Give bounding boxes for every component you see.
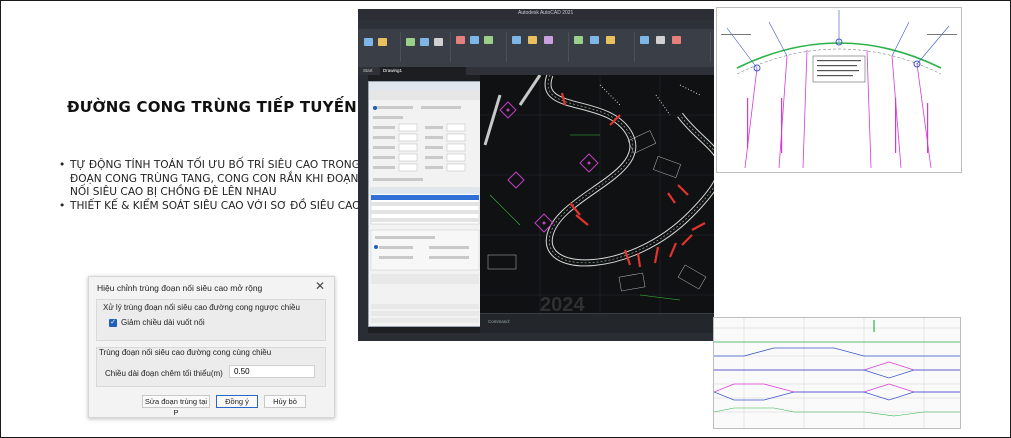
ribbon-icon[interactable]: [484, 36, 493, 44]
ok-button[interactable]: Đồng ý: [216, 395, 258, 408]
ribbon-icon[interactable]: [456, 36, 465, 44]
close-icon[interactable]: ✕: [315, 279, 325, 293]
ribbon-icon[interactable]: [406, 38, 415, 46]
tab-start[interactable]: Start: [360, 67, 376, 75]
group-title: Xử lý trùng đoạn nối siêu cao đường cong…: [103, 303, 300, 312]
ribbon-icon[interactable]: [420, 38, 429, 46]
superelevation-panel: [368, 81, 482, 327]
slide-title: ĐƯỜNG CONG TRÙNG TIẾP TUYẾN: [67, 98, 357, 116]
ribbon-group: [636, 32, 711, 62]
checkmark-icon: ✓: [109, 318, 117, 327]
reduce-length-checkbox[interactable]: ✓ Giảm chiều dài vuốt nối: [109, 318, 205, 327]
cad-titlebar: Autodesk AutoCAD 2021: [358, 9, 714, 20]
cad-menubar: [358, 20, 714, 29]
ribbon-icon[interactable]: [544, 36, 553, 44]
status-bar: [358, 333, 714, 341]
road-alignment-drawing: 2024: [480, 73, 714, 316]
cancel-button[interactable]: Hủy bỏ: [264, 395, 306, 408]
ribbon-icon[interactable]: [364, 38, 373, 46]
profile-diagram: [713, 318, 960, 428]
ribbon-icon[interactable]: [574, 36, 583, 44]
panel-header: [369, 82, 481, 90]
slide: ĐƯỜNG CONG TRÙNG TIẾP TUYẾN TỰ ĐỘNG TÍNH…: [0, 0, 1011, 438]
ribbon-group: [570, 32, 635, 62]
reverse-curve-group: Xử lý trùng đoạn nối siêu cao đường cong…: [96, 299, 326, 341]
ribbon-group: [360, 32, 401, 62]
drawing-canvas[interactable]: 2024: [480, 73, 714, 316]
ribbon-icon[interactable]: [528, 36, 537, 44]
watermark: 2024: [540, 294, 585, 313]
fix-overlap-button[interactable]: Sửa đoạn trùng tại P: [142, 395, 210, 417]
ribbon-icon[interactable]: [606, 36, 615, 44]
cad-title: Autodesk AutoCAD 2021: [518, 10, 574, 16]
cad-screenshot: Autodesk AutoCAD 2021 Start Drawing1 202…: [358, 9, 714, 341]
checkbox-label: Giảm chiều dài vuốt nối: [121, 318, 205, 327]
bullet-list: TỰ ĐỘNG TÍNH TOÁN TỐI ƯU BỐ TRÍ SIÊU CAO…: [58, 159, 373, 213]
ribbon-icon[interactable]: [434, 38, 443, 46]
panel-toolbar: [369, 90, 481, 100]
document-tabs: Start Drawing1: [358, 67, 714, 75]
command-prompt: Command:: [488, 319, 511, 324]
tool-palette-strip: [358, 75, 368, 341]
dialog-title: Hiệu chỉnh trùng đoạn nối siêu cao mở rộ…: [97, 283, 263, 293]
group-title: Trùng đoạn nối siêu cao đường cong cùng …: [99, 348, 272, 357]
superelevation-profile-image: [713, 317, 961, 429]
panel-form[interactable]: [369, 100, 481, 326]
ribbon-group: [508, 32, 569, 62]
tab-drawing[interactable]: Drawing1: [380, 67, 466, 75]
superelevation-dialog: Hiệu chỉnh trùng đoạn nối siêu cao mở rộ…: [88, 276, 335, 418]
command-line[interactable]: Command:: [480, 313, 714, 334]
field-label: Chiều dài đoạn chêm tối thiểu(m): [105, 369, 223, 378]
ribbon-icon[interactable]: [590, 36, 599, 44]
ribbon-icon[interactable]: [470, 36, 479, 44]
bullet-item: THIẾT KẾ & KIỂM SOÁT SIÊU CAO VỚI SƠ ĐỒ …: [59, 200, 373, 214]
min-length-input[interactable]: [229, 365, 315, 378]
ribbon-icon[interactable]: [640, 36, 649, 44]
same-direction-group: Trùng đoạn nối siêu cao đường cong cùng …: [96, 347, 326, 387]
bullet-item: TỰ ĐỘNG TÍNH TOÁN TỐI ƯU BỐ TRÍ SIÊU CAO…: [59, 159, 373, 200]
ribbon-icon[interactable]: [512, 36, 521, 44]
ribbon-group: [452, 32, 507, 62]
ribbon-icon[interactable]: [378, 38, 387, 46]
plan-drawing: [721, 10, 957, 169]
ribbon-group: [402, 32, 451, 62]
ribbon-icon[interactable]: [656, 36, 665, 44]
ribbon-icon[interactable]: [672, 36, 681, 44]
superelevation-plan-image: [716, 7, 962, 173]
cad-ribbon: [358, 29, 714, 67]
